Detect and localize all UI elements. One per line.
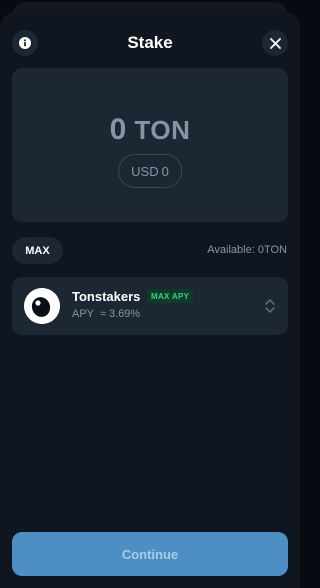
max-apy-badge: MAX APY	[147, 289, 194, 303]
available-label: Available:	[207, 244, 255, 256]
fiat-toggle-button[interactable]: USD 0	[118, 154, 182, 188]
fiat-value: 0	[161, 163, 169, 179]
amount-display[interactable]: 0 TON	[12, 113, 288, 147]
tonstakers-logo-icon	[24, 288, 60, 324]
pool-name: Tonstakers	[72, 289, 141, 304]
close-button[interactable]	[262, 30, 288, 56]
stake-sheet: Stake 0 TON USD 0 MAX Available: 0TON To…	[0, 12, 300, 588]
pool-apy: APY ≈ 3.69%	[72, 308, 140, 320]
chevron-up-down-icon	[265, 299, 275, 313]
amount-currency: TON	[134, 115, 191, 145]
max-button[interactable]: MAX	[12, 237, 63, 264]
continue-button[interactable]: Continue	[12, 532, 288, 576]
header: Stake	[0, 12, 300, 72]
amount-value: 0	[109, 113, 127, 146]
amount-input-card[interactable]: 0 TON USD 0	[12, 68, 288, 222]
available-balance: Available: 0TON	[207, 244, 287, 256]
pool-selector[interactable]: Tonstakers MAX APY APY ≈ 3.69%	[12, 277, 288, 335]
page-title: Stake	[127, 33, 173, 52]
apy-label: APY	[72, 308, 94, 320]
close-icon	[269, 37, 281, 49]
apy-value: ≈ 3.69%	[99, 308, 141, 320]
available-currency: TON	[263, 244, 287, 256]
fiat-currency-label: USD	[131, 163, 159, 179]
